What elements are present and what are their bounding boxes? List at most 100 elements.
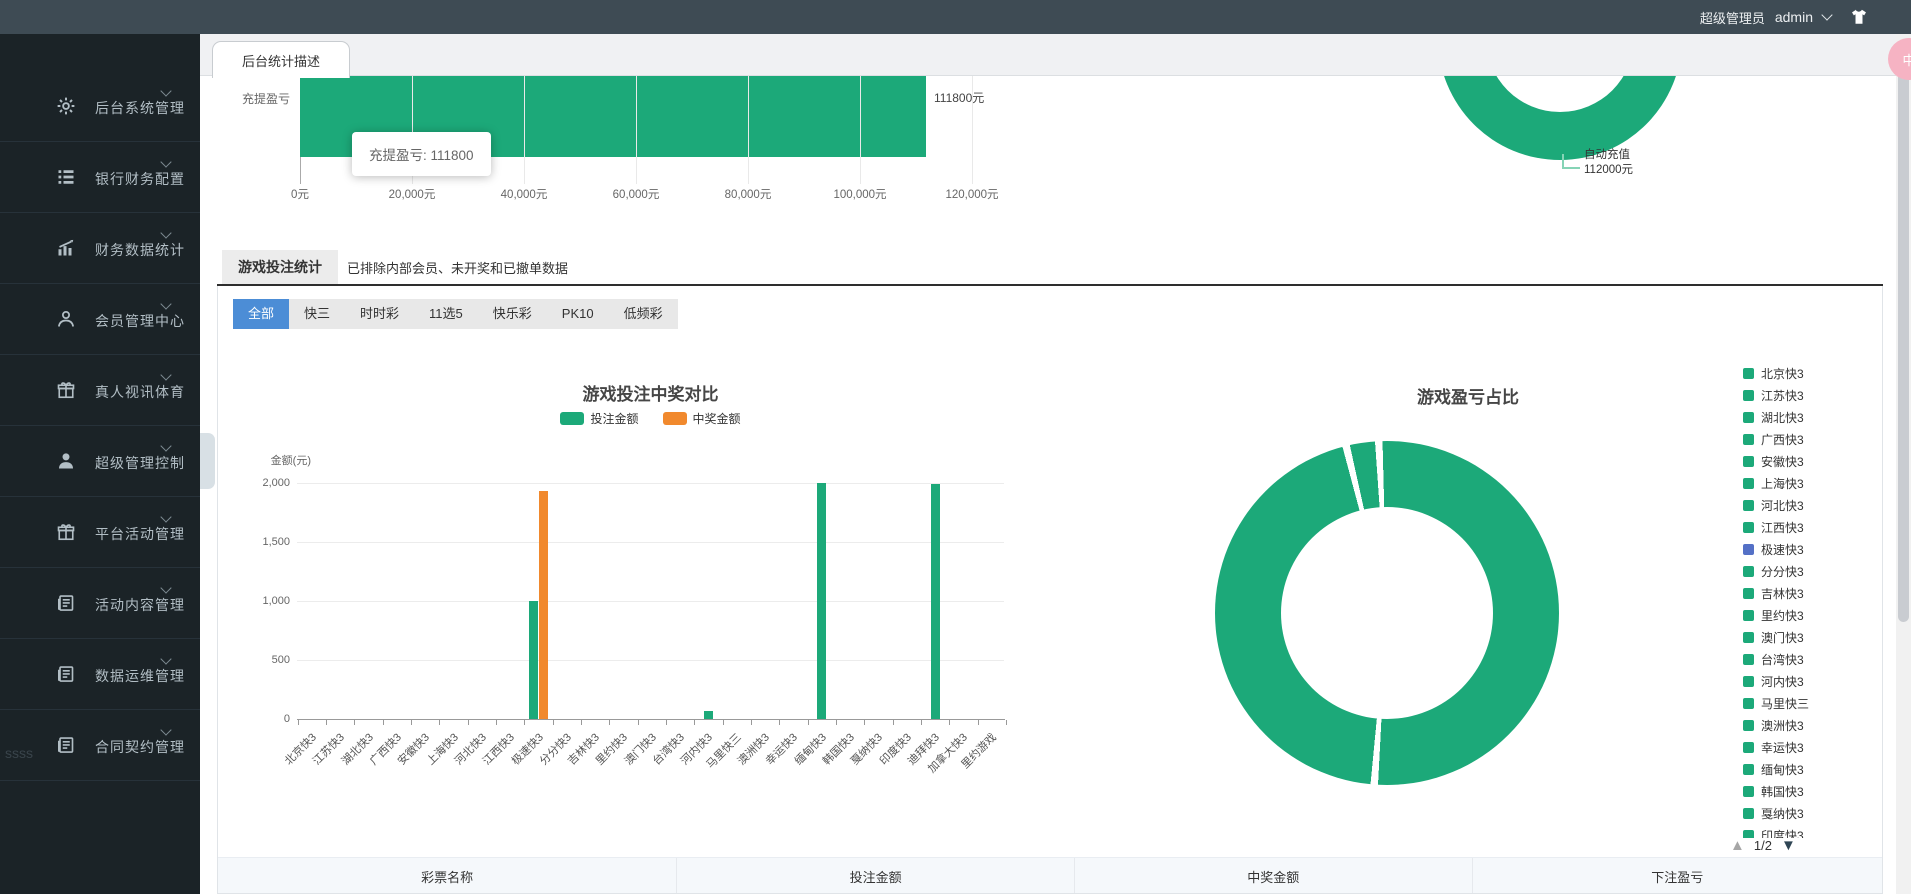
donut-legend-item[interactable]: 里约快3 (1743, 607, 1804, 623)
donut-legend-item[interactable]: 澳洲快3 (1743, 717, 1804, 733)
bar-投注金额-缅甸快3[interactable] (817, 483, 826, 719)
x-axis-label: 广西快3 (287, 729, 404, 846)
table-header-cell: 下注盈亏 (1473, 858, 1882, 894)
legend-page-up-icon[interactable]: ▲ (1730, 837, 1745, 854)
bar-中奖金额-极速快3[interactable] (539, 491, 548, 719)
donut-legend-item[interactable]: 湖北快3 (1743, 409, 1804, 425)
donut-legend-item[interactable]: 幸运快3 (1743, 739, 1804, 755)
sidebar-item[interactable]: 财务数据统计 (0, 213, 200, 284)
bar-投注金额-迪拜快3[interactable] (931, 484, 940, 719)
filter-tab-时时彩[interactable]: 时时彩 (345, 299, 414, 329)
deposit-chart-category-label: 充提盈亏 (200, 90, 290, 107)
legend-swatch (1743, 698, 1754, 709)
legend-swatch (1743, 742, 1754, 753)
bar-投注金额-极速快3[interactable] (529, 601, 538, 719)
game-filter-tabs: 全部快三时时彩11选5快乐彩PK10低频彩 (233, 299, 678, 329)
screen: 超级管理员 admin 后台系统管理银行财务配置财务数据统计会员管理中心真人视讯… (0, 0, 1911, 894)
donut-legend-item[interactable]: 北京快3 (1743, 365, 1804, 381)
y-tick-label: 2,000 (218, 477, 290, 489)
axis-tick (666, 720, 667, 725)
donut-legend-item[interactable]: 江苏快3 (1743, 387, 1804, 403)
scrollbar-thumb[interactable] (1898, 42, 1909, 622)
donut-legend-item[interactable]: 上海快3 (1743, 475, 1804, 491)
gift-icon (56, 522, 76, 542)
sidebar-item-label: 银行财务配置 (95, 169, 185, 189)
sidebar-item[interactable]: 数据运维管理 (0, 639, 200, 710)
legend-label: 缅甸快3 (1761, 761, 1804, 778)
legend-label: 台湾快3 (1761, 651, 1804, 668)
donut-legend-item[interactable]: 台湾快3 (1743, 651, 1804, 667)
filter-tab-低频彩[interactable]: 低频彩 (609, 299, 678, 329)
x-axis-label: 极速快3 (429, 729, 546, 846)
filter-tab-11选5[interactable]: 11选5 (414, 299, 478, 329)
theme-tshirt-icon[interactable] (1849, 8, 1869, 26)
sidebar-item[interactable]: 活动内容管理 (0, 568, 200, 639)
donut-legend-item[interactable]: 马里快三 (1743, 695, 1809, 711)
sidebar-item[interactable]: 真人视讯体育 (0, 355, 200, 426)
sidebar-item-label: 会员管理中心 (95, 311, 185, 331)
legend-swatch (1743, 456, 1754, 467)
legend-item-win[interactable]: 中奖金额 (663, 410, 741, 427)
filter-tab-PK10[interactable]: PK10 (547, 299, 609, 329)
axis-tick (411, 720, 412, 725)
sidebar: 后台系统管理银行财务配置财务数据统计会员管理中心真人视讯体育超级管理控制平台活动… (0, 34, 200, 894)
donut-legend-item[interactable]: 河北快3 (1743, 497, 1804, 513)
x-axis-label: 上海快3 (344, 729, 461, 846)
x-axis-label: 印度快3 (797, 729, 914, 846)
legend-swatch-bet (560, 412, 584, 425)
axis-tick (779, 720, 780, 725)
sidebar-item[interactable]: 后台系统管理 (0, 71, 200, 142)
table-header-cell: 中奖金额 (1075, 858, 1473, 894)
donut-callout-value: 112000元 (1584, 161, 1633, 177)
donut-legend-item[interactable]: 江西快3 (1743, 519, 1804, 535)
donut-legend-item[interactable]: 戛纳快3 (1743, 805, 1804, 821)
game-bet-panel: 全部快三时时彩11选5快乐彩PK10低频彩 游戏投注中奖对比 投注金额 中奖金额… (217, 286, 1883, 894)
sidebar-item[interactable]: 超级管理控制 (0, 426, 200, 497)
page-tab[interactable]: 后台统计描述 (212, 41, 350, 78)
donut-callout-line (1562, 167, 1580, 169)
gridline (860, 76, 861, 184)
donut-legend-item[interactable]: 吉林快3 (1743, 585, 1804, 601)
news-icon (56, 593, 76, 613)
axis-tick (468, 720, 469, 725)
filter-tab-快三[interactable]: 快三 (289, 299, 345, 329)
user-solid-icon (56, 451, 76, 471)
legend-item-bet[interactable]: 投注金额 (560, 410, 638, 427)
donut-legend-item[interactable]: 极速快3 (1743, 541, 1804, 557)
chevron-down-icon (160, 156, 171, 167)
chevron-down-icon (160, 298, 171, 309)
donut-legend-item[interactable]: 广西快3 (1743, 431, 1804, 447)
axis-tick (354, 720, 355, 725)
donut-callout-line (1562, 154, 1564, 168)
legend-label: 马里快三 (1761, 695, 1809, 712)
sidebar-item[interactable]: 银行财务配置 (0, 142, 200, 213)
donut-legend-item[interactable]: 韩国快3 (1743, 783, 1804, 799)
bar-chart-icon (56, 238, 76, 258)
donut-legend-item[interactable]: 分分快3 (1743, 563, 1804, 579)
sidebar-item-label: 后台系统管理 (95, 98, 185, 118)
bar-投注金额-河内快3[interactable] (704, 711, 713, 719)
sidebar-item-label: 合同契约管理 (95, 737, 185, 757)
legend-swatch-win (663, 412, 687, 425)
sidebar-item[interactable]: 会员管理中心 (0, 284, 200, 355)
legend-page-indicator: 1/2 (1754, 838, 1772, 853)
axis-tick (723, 720, 724, 725)
donut-chart-title: 游戏盈亏占比 (1318, 383, 1618, 408)
page-scrollbar[interactable] (1896, 34, 1911, 894)
donut-legend-item[interactable]: 缅甸快3 (1743, 761, 1804, 777)
filter-tab-快乐彩[interactable]: 快乐彩 (478, 299, 547, 329)
legend-swatch (1743, 434, 1754, 445)
donut-legend-item[interactable]: 澳门快3 (1743, 629, 1804, 645)
sidebar-item[interactable]: 平台活动管理 (0, 497, 200, 568)
legend-label: 里约快3 (1761, 607, 1804, 624)
filter-tab-全部[interactable]: 全部 (233, 299, 289, 329)
donut-legend-item[interactable]: 安徽快3 (1743, 453, 1804, 469)
axis-tick (1006, 720, 1007, 725)
chevron-down-icon[interactable] (1821, 9, 1832, 20)
sidebar-collapse-handle[interactable] (200, 433, 215, 489)
axis-tick (694, 720, 695, 725)
axis-tick (921, 720, 922, 725)
username-dropdown[interactable]: admin (1775, 9, 1813, 25)
legend-page-down-icon[interactable]: ▼ (1781, 837, 1796, 854)
donut-legend-item[interactable]: 河内快3 (1743, 673, 1804, 689)
